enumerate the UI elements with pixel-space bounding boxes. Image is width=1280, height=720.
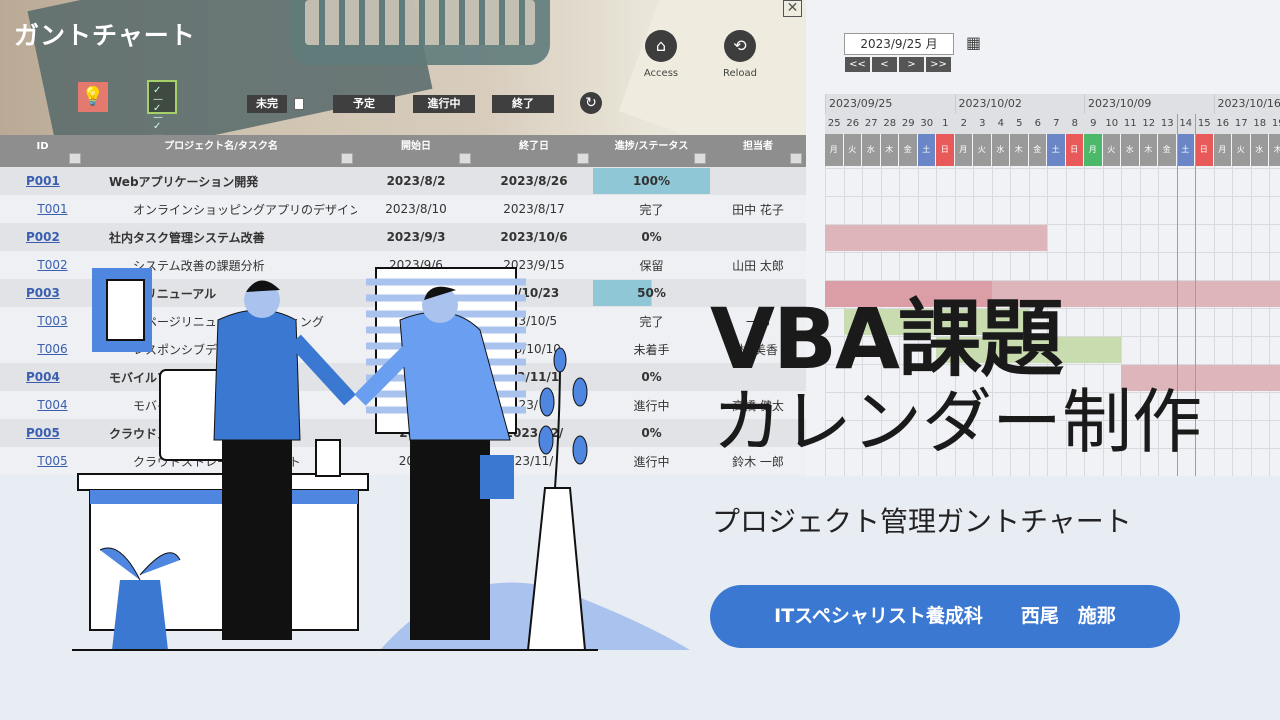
prev-month-button[interactable]: <<	[845, 57, 870, 72]
grid-line	[1213, 166, 1215, 476]
week-label: 2023/10/02	[954, 94, 1084, 114]
day-number: 16	[1213, 114, 1232, 134]
day-number: 15	[1195, 114, 1214, 134]
weekday-cell: 水	[991, 134, 1009, 166]
weekday-cell: 火	[973, 134, 991, 166]
day-number: 6	[1028, 114, 1047, 134]
day-number: 4	[991, 114, 1010, 134]
col-owner[interactable]: 担当者	[710, 135, 806, 167]
prev-week-button[interactable]: <	[872, 57, 897, 72]
day-number: 30	[917, 114, 936, 134]
weekday-cell: 日	[1065, 134, 1083, 166]
weekday-cell: 木	[880, 134, 898, 166]
grid-line	[1250, 166, 1252, 476]
row-owner: 山田 太郎	[732, 258, 784, 273]
row-owner: 田中 花子	[732, 202, 784, 217]
day-number: 10	[1102, 114, 1121, 134]
weekday-cell: 木	[1139, 134, 1157, 166]
weekday-cell: 木	[1269, 134, 1280, 166]
subtitle: プロジェクト管理ガントチャート	[712, 505, 1132, 538]
weekday-cell: 日	[1195, 134, 1213, 166]
day-number: 25	[825, 114, 844, 134]
day-number: 11	[1121, 114, 1140, 134]
day-number: 9	[1084, 114, 1103, 134]
grid-line	[825, 252, 1280, 253]
day-number: 14	[1176, 114, 1195, 134]
weekday-cell: 月	[1213, 134, 1231, 166]
week-label: 2023/09/25	[825, 94, 955, 114]
grid-line	[1269, 166, 1270, 476]
day-number: 29	[899, 114, 918, 134]
day-number: 13	[1158, 114, 1177, 134]
week-label: 2023/10/16	[1213, 94, 1280, 114]
weekday-cell: 金	[899, 134, 917, 166]
grid-line	[825, 196, 1280, 197]
day-number: 18	[1250, 114, 1269, 134]
weekday-cell: 土	[1176, 134, 1194, 166]
reload-icon[interactable]: ⟲	[724, 30, 756, 62]
weekday-cell: 月	[954, 134, 972, 166]
close-icon[interactable]: ✕	[783, 0, 802, 17]
next-month-button[interactable]: >>	[926, 57, 951, 72]
weekday-cell: 土	[917, 134, 935, 166]
weekday-cell: 土	[1047, 134, 1065, 166]
day-number: 26	[843, 114, 862, 134]
author-badge: ITスペシャリスト養成科 西尾 施那	[710, 585, 1180, 648]
weekday-cell: 日	[936, 134, 954, 166]
grid-line	[825, 168, 1280, 169]
week-label: 2023/10/09	[1084, 94, 1214, 114]
handshake-illustration	[72, 267, 690, 651]
gantt-bar	[825, 225, 1047, 251]
day-number: 2	[954, 114, 973, 134]
grid-line	[1232, 166, 1233, 476]
day-number: 8	[1065, 114, 1084, 134]
weekday-cell: 水	[862, 134, 880, 166]
weekday-cell: 金	[1028, 134, 1046, 166]
weekday-cell: 木	[1010, 134, 1028, 166]
weekday-cell: 月	[825, 134, 843, 166]
day-number: 1	[936, 114, 955, 134]
weekday-cell: 水	[1121, 134, 1139, 166]
main-title-line2: カレンダー制作	[712, 381, 1202, 463]
day-number: 28	[880, 114, 899, 134]
weekday-cell: 火	[1232, 134, 1250, 166]
weekday-cell: 金	[1158, 134, 1176, 166]
weekday-cell: 火	[1102, 134, 1120, 166]
date-input[interactable]: 2023/9/25 月	[844, 33, 954, 55]
day-number: 17	[1232, 114, 1251, 134]
day-number: 7	[1047, 114, 1066, 134]
day-number: 12	[1139, 114, 1158, 134]
calendar-icon[interactable]: ▦	[966, 33, 981, 52]
weekday-cell: 水	[1250, 134, 1268, 166]
day-number: 27	[862, 114, 881, 134]
day-number: 5	[1010, 114, 1029, 134]
day-number: 19	[1269, 114, 1280, 134]
day-number: 3	[973, 114, 992, 134]
weekday-cell: 月	[1084, 134, 1102, 166]
weekday-cell: 火	[843, 134, 861, 166]
next-week-button[interactable]: >	[899, 57, 924, 72]
